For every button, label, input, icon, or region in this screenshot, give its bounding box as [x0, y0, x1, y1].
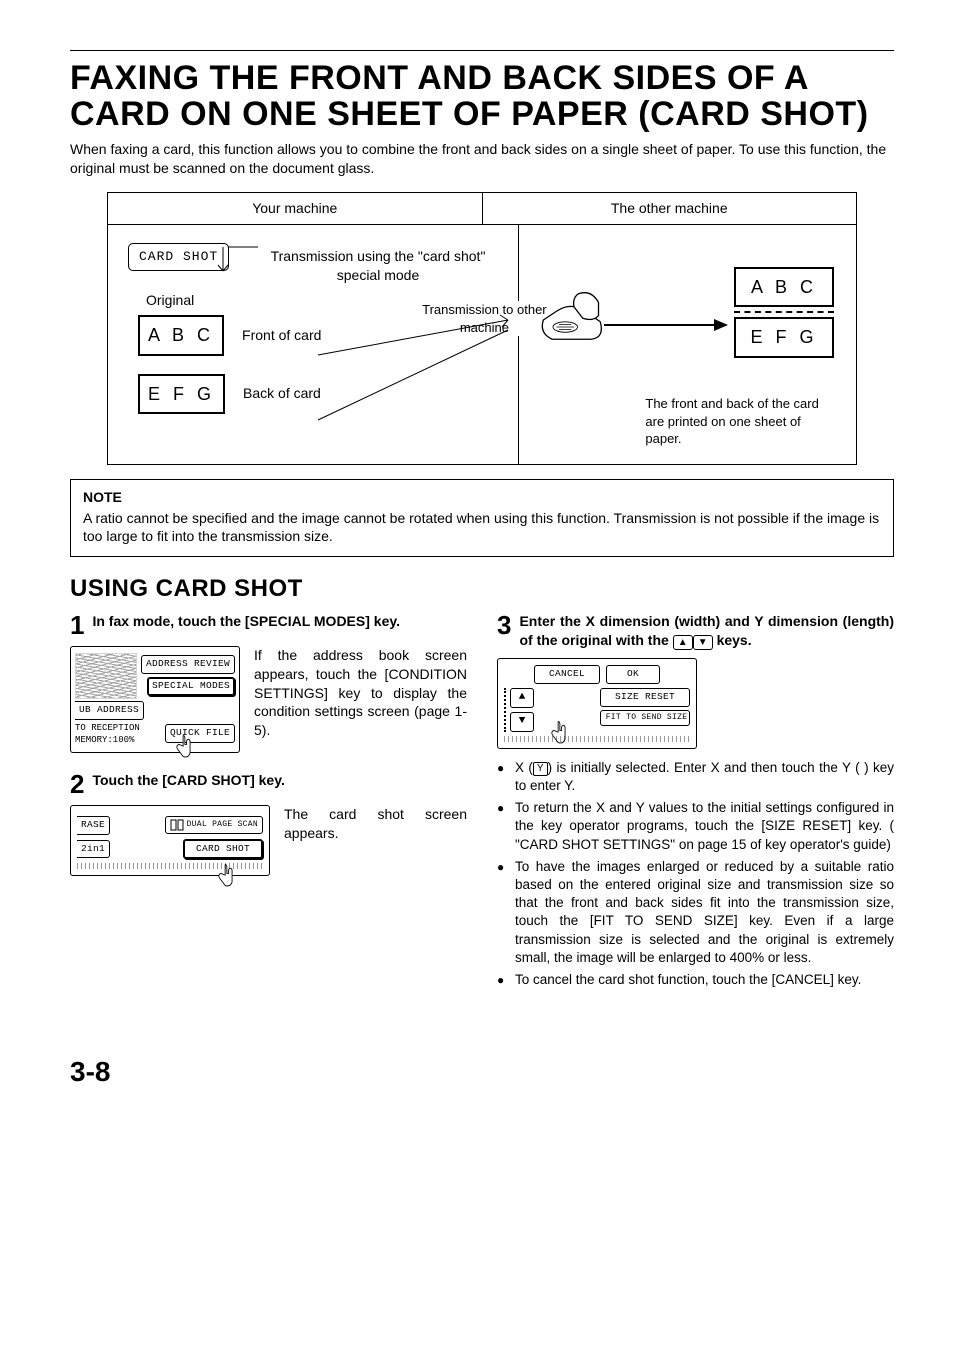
bullet-item: X (Y) is initially selected. Enter X and… [497, 759, 894, 795]
output-arrow-icon [604, 305, 744, 365]
dual-page-icon [170, 819, 184, 831]
fit-to-send-size-button[interactable]: FIT TO SEND SIZE [600, 710, 690, 726]
note-body: A ratio cannot be specified and the imag… [83, 509, 881, 547]
down-arrow-key-icon: ▼ [693, 635, 713, 650]
diagram-header-right: The other machine [483, 193, 857, 225]
pointing-hand-icon [171, 734, 197, 760]
two-in-one-button[interactable]: 2in1 [77, 840, 110, 859]
page-title: FAXING THE FRONT AND BACK SIDES OF A CAR… [70, 61, 894, 132]
cancel-button[interactable]: CANCEL [534, 665, 600, 684]
step-1-number: 1 [70, 612, 84, 638]
back-card-box: E F G [138, 374, 225, 414]
step-2-number: 2 [70, 771, 84, 797]
sub-address-button[interactable]: UB ADDRESS [75, 701, 144, 720]
up-arrow-button[interactable]: ▲ [510, 688, 534, 708]
pointing-hand-icon [546, 720, 572, 746]
intro-paragraph: When faxing a card, this function allows… [70, 140, 894, 178]
note-heading: NOTE [83, 488, 881, 507]
special-modes-button[interactable]: SPECIAL MODES [147, 677, 235, 696]
diagram-header-left: Your machine [108, 193, 483, 225]
step-3-panel: CANCEL OK ▲ ▼ SIZE RESET FIT TO SEND SIZ… [497, 658, 697, 749]
address-review-button[interactable]: ADDRESS REVIEW [141, 655, 235, 674]
output-back-text: E F G [734, 317, 834, 357]
step-1-panel: ADDRESS REVIEW SPECIAL MODES UB ADDRESS … [70, 646, 240, 753]
front-card-box: A B C [138, 315, 224, 355]
bullet-item: To return the X and Y values to the init… [497, 799, 894, 854]
back-card-label: Back of card [243, 384, 321, 403]
memory-label: MEMORY:100% [75, 734, 140, 746]
front-card-label: Front of card [242, 326, 321, 345]
page-number: 3-8 [70, 1053, 894, 1091]
step-2-panel: RASE DUAL PAGE SCAN 2in1 CARD SHOT [70, 805, 270, 877]
up-arrow-key-icon: ▲ [673, 635, 693, 650]
output-caption: The front and back of the card are print… [645, 395, 840, 448]
step-3-bullets: X (Y) is initially selected. Enter X and… [497, 759, 894, 990]
dual-page-scan-button[interactable]: DUAL PAGE SCAN [165, 816, 263, 834]
step-2-body: The card shot screen appears. [284, 805, 467, 883]
card-shot-mode-button: CARD SHOT [128, 243, 229, 271]
note-box: NOTE A ratio cannot be specified and the… [70, 479, 894, 558]
reception-label: TO RECEPTION [75, 722, 140, 734]
card-shot-button[interactable]: CARD SHOT [183, 839, 263, 860]
step-3-title: Enter the X dimension (width) and Y dime… [519, 612, 894, 650]
step-1-title: In fax mode, touch the [SPECIAL MODES] k… [92, 612, 467, 638]
ok-button[interactable]: OK [606, 665, 660, 684]
preview-thumbnail-icon [75, 653, 137, 699]
section-heading: USING CARD SHOT [70, 573, 894, 605]
size-reset-button[interactable]: SIZE RESET [600, 688, 690, 707]
down-arrow-button[interactable]: ▼ [510, 712, 534, 732]
card-shot-diagram: Your machine The other machine CARD SHOT… [107, 192, 857, 465]
step-2-title: Touch the [CARD SHOT] key. [92, 771, 467, 797]
y-key-icon: Y [533, 762, 548, 776]
bullet-item: To have the images enlarged or reduced b… [497, 858, 894, 967]
output-divider [734, 311, 834, 313]
transmission-mode-note: Transmission using the "card shot" speci… [263, 247, 493, 285]
erase-button[interactable]: RASE [77, 816, 110, 835]
step-3-number: 3 [497, 612, 511, 650]
bullet-item: To cancel the card shot function, touch … [497, 971, 894, 989]
output-sheet: A B C E F G [734, 267, 834, 362]
top-rule [70, 50, 894, 51]
output-front-text: A B C [734, 267, 834, 307]
step-1-body: If the address book screen appears, touc… [254, 646, 467, 753]
